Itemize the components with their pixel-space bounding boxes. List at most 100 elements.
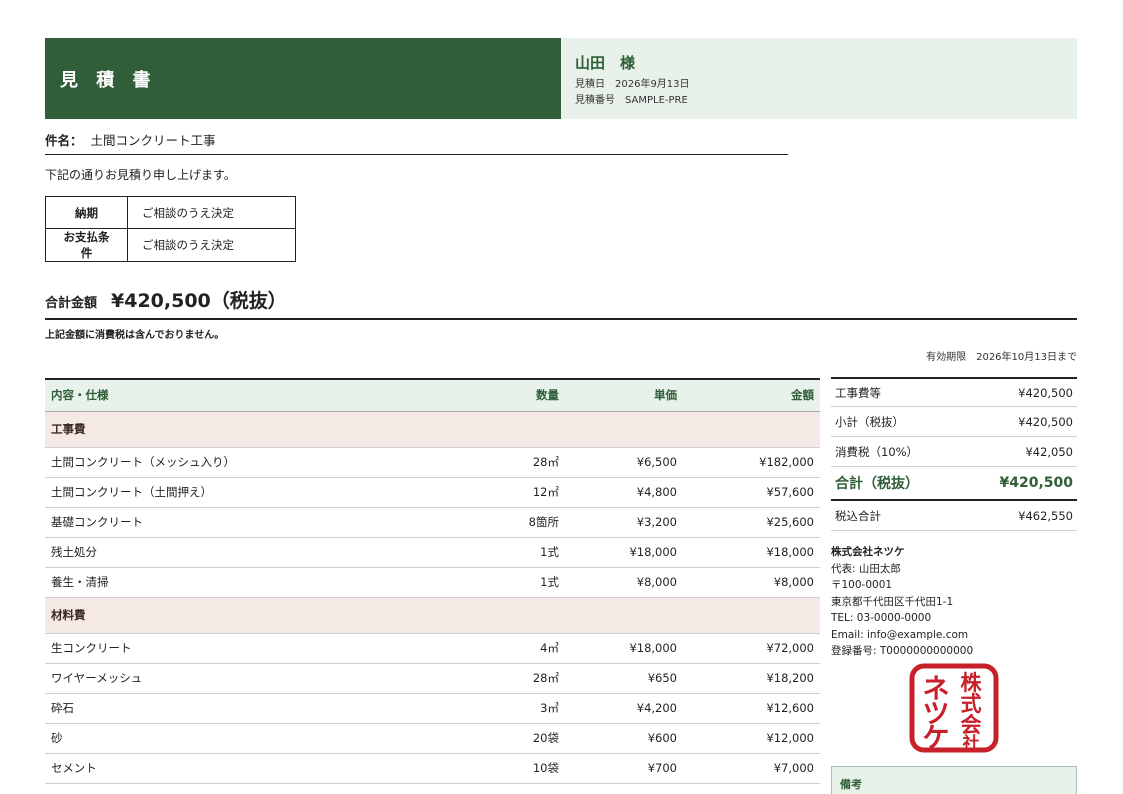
item-amount: ¥57,600 xyxy=(683,477,820,508)
summary-row-total-with-tax: 税込合計 ¥462,550 xyxy=(831,501,1077,531)
subject-label: 件名： xyxy=(45,133,83,148)
company-seal: 株 式 会 社 ネ ツ ケ xyxy=(909,663,999,753)
client-info: 山田 様 見積日 2026年9月13日 見積番号 SAMPLE-PRE xyxy=(561,38,1077,119)
column-header-description: 内容・仕様 xyxy=(45,378,465,412)
item-amount: ¥72,000 xyxy=(683,633,820,664)
column-header-unit-price: 単価 xyxy=(565,378,683,412)
item-description: 残土処分 xyxy=(45,537,465,568)
category-row: 材料費 xyxy=(45,597,820,634)
subject-line: 件名： 土間コンクリート工事 xyxy=(45,130,788,155)
item-quantity: 28㎡ xyxy=(465,447,565,478)
item-amount: ¥18,000 xyxy=(683,537,820,568)
company-name: 株式会社ネツケ xyxy=(831,546,905,558)
item-unit-price: ¥700 xyxy=(565,753,683,784)
terms-table: 納期 ご相談のうえ決定 お支払条件 ご相談のうえ決定 xyxy=(45,196,296,262)
item-description: 土間コンクリート（メッシュ入り） xyxy=(45,447,465,478)
item-quantity: 1式 xyxy=(465,567,565,598)
svg-text:社: 社 xyxy=(962,733,980,753)
item-unit-price: ¥6,500 xyxy=(565,447,683,478)
validity-value: 2026年10月13日まで xyxy=(976,352,1077,363)
table-row: ワイヤーメッシュ 28㎡ ¥650 ¥18,200 xyxy=(45,663,820,694)
item-quantity: 10袋 xyxy=(465,753,565,784)
item-unit-price: ¥4,200 xyxy=(565,693,683,724)
item-amount: ¥18,200 xyxy=(683,663,820,694)
remarks-box: 備考 xyxy=(831,766,1077,794)
table-row: 生コンクリート 4㎥ ¥18,000 ¥72,000 xyxy=(45,633,820,664)
item-description: 砂 xyxy=(45,723,465,754)
item-unit-price: ¥600 xyxy=(565,723,683,754)
estimate-number: 見積番号 SAMPLE-PRE xyxy=(575,95,688,106)
category-label: 工事費 xyxy=(45,411,820,448)
table-row: 砕石 3㎥ ¥4,200 ¥12,600 xyxy=(45,693,820,724)
table-row: 養生・清掃 1式 ¥8,000 ¥8,000 xyxy=(45,567,820,598)
company-registration: 登録番号: T0000000000000 xyxy=(831,645,974,657)
delivery-value: ご相談のうえ決定 xyxy=(127,196,296,229)
company-tel: TEL: 03-0000-0000 xyxy=(831,612,932,624)
summary-row-total: 合計（税抜） ¥420,500 xyxy=(831,467,1077,501)
company-info: 株式会社ネツケ 代表: 山田太郎 〒100-0001 東京都千代田区千代田1-1… xyxy=(831,544,973,660)
validity-label: 有効期限 xyxy=(926,352,967,363)
table-row: 基礎コンクリート 8箇所 ¥3,200 ¥25,600 xyxy=(45,507,820,538)
subject-value: 土間コンクリート工事 xyxy=(90,133,216,148)
summary-panel: 工事費等 ¥420,500 小計（税抜） ¥420,500 消費税（10%） ¥42,… xyxy=(831,377,1077,531)
summary-row-tax: 消費税（10%） ¥42,050 xyxy=(831,437,1077,467)
table-row: セメント 10袋 ¥700 ¥7,000 xyxy=(45,753,820,784)
document-title: 見 積 書 xyxy=(60,69,157,91)
table-row: 残土処分 1式 ¥18,000 ¥18,000 xyxy=(45,537,820,568)
terms-row: 納期 ご相談のうえ決定 xyxy=(45,196,296,229)
item-unit-price: ¥18,000 xyxy=(565,633,683,664)
item-description: 基礎コンクリート xyxy=(45,507,465,538)
item-amount: ¥25,600 xyxy=(683,507,820,538)
title-band: 見 積 書 xyxy=(45,38,561,119)
item-unit-price: ¥3,200 xyxy=(565,507,683,538)
item-quantity: 1式 xyxy=(465,537,565,568)
svg-text:ケ: ケ xyxy=(923,723,950,753)
remarks-label: 備考 xyxy=(840,778,862,791)
total-label: 合計金額 xyxy=(45,295,98,311)
category-label: 材料費 xyxy=(45,597,820,634)
item-description: 砕石 xyxy=(45,693,465,724)
item-quantity: 28㎡ xyxy=(465,663,565,694)
item-amount: ¥7,000 xyxy=(683,753,820,784)
payment-value: ご相談のうえ決定 xyxy=(127,228,296,262)
item-unit-price: ¥18,000 xyxy=(565,537,683,568)
item-amount: ¥8,000 xyxy=(683,567,820,598)
column-header-amount: 金額 xyxy=(683,378,820,412)
items-table: 内容・仕様 数量 単価 金額 工事費 土間コンクリート（メッシュ入り） 28㎡ … xyxy=(45,378,820,784)
item-quantity: 20袋 xyxy=(465,723,565,754)
item-description: セメント xyxy=(45,753,465,784)
table-row: 土間コンクリート（土間押え） 12㎡ ¥4,800 ¥57,600 xyxy=(45,477,820,508)
delivery-label: 納期 xyxy=(45,196,128,229)
item-amount: ¥12,600 xyxy=(683,693,820,724)
item-description: 土間コンクリート（土間押え） xyxy=(45,477,465,508)
table-row: 砂 20袋 ¥600 ¥12,000 xyxy=(45,723,820,754)
item-quantity: 8箇所 xyxy=(465,507,565,538)
item-quantity: 3㎥ xyxy=(465,693,565,724)
summary-row-construction: 工事費等 ¥420,500 xyxy=(831,377,1077,407)
item-unit-price: ¥4,800 xyxy=(565,477,683,508)
total-amount: 合計金額 ¥420,500（税抜） xyxy=(45,280,1077,320)
company-postal: 〒100-0001 xyxy=(831,579,893,591)
estimate-date: 見積日 2026年9月13日 xyxy=(575,79,690,90)
item-unit-price: ¥650 xyxy=(565,663,683,694)
document-header: 見 積 書 山田 様 見積日 2026年9月13日 見積番号 SAMPLE-PRE xyxy=(45,38,1077,119)
summary-row-subtotal: 小計（税抜） ¥420,500 xyxy=(831,407,1077,437)
company-address: 東京都千代田区千代田1-1 xyxy=(831,595,954,608)
total-value: ¥420,500（税抜） xyxy=(111,289,287,312)
item-description: ワイヤーメッシュ xyxy=(45,663,465,694)
category-row: 工事費 xyxy=(45,411,820,448)
item-unit-price: ¥8,000 xyxy=(565,567,683,598)
column-header-quantity: 数量 xyxy=(465,378,565,412)
item-quantity: 4㎥ xyxy=(465,633,565,664)
company-email: Email: info@example.com xyxy=(831,628,969,641)
item-quantity: 12㎡ xyxy=(465,477,565,508)
item-amount: ¥182,000 xyxy=(683,447,820,478)
items-header-row: 内容・仕様 数量 単価 金額 xyxy=(45,378,820,412)
intro-text: 下記の通りお見積り申し上げます。 xyxy=(45,168,236,182)
tax-note: 上記金額に消費税は含んでおりません。 xyxy=(45,330,225,341)
payment-label: お支払条件 xyxy=(45,228,128,262)
terms-row: お支払条件 ご相談のうえ決定 xyxy=(45,228,296,262)
company-representative: 代表: 山田太郎 xyxy=(831,562,901,575)
table-row: 土間コンクリート（メッシュ入り） 28㎡ ¥6,500 ¥182,000 xyxy=(45,447,820,478)
item-description: 生コンクリート xyxy=(45,633,465,664)
